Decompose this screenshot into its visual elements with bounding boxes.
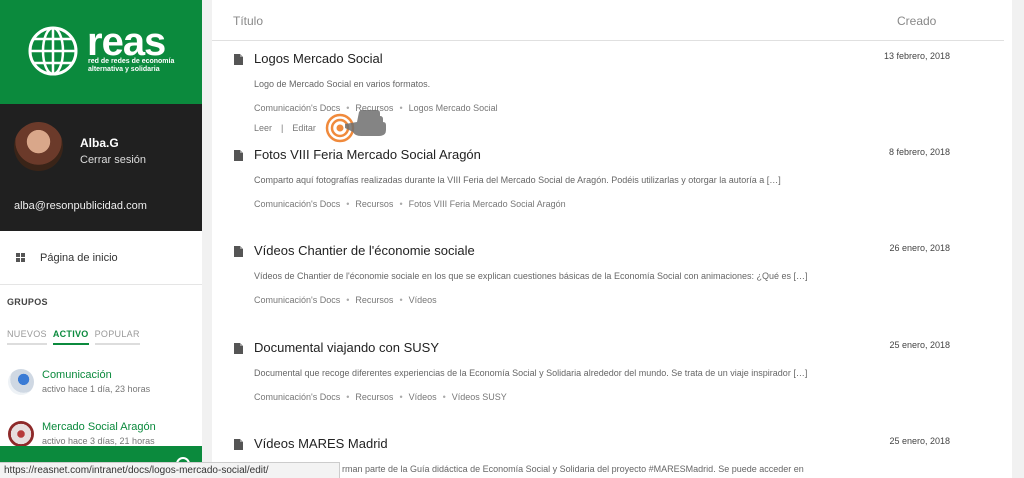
doc-date: 25 enero, 2018 <box>889 436 950 446</box>
group-comunicacion-icon <box>8 369 34 395</box>
doc-actions: Leer | Editar <box>254 123 316 133</box>
doc-title[interactable]: Vídeos MARES Madrid <box>254 436 388 451</box>
sidebar: reas red de redes de economía alternativ… <box>0 0 202 478</box>
group-name[interactable]: Mercado Social Aragón <box>42 421 156 433</box>
doc-category-link[interactable]: Recursos <box>355 295 393 305</box>
brand-wordmark: reas <box>87 20 166 64</box>
group-item[interactable]: Comunicación activo hace 1 día, 23 horas <box>8 369 198 399</box>
doc-description: Comparto aquí fotografías realizadas dur… <box>254 175 781 185</box>
tab-popular[interactable]: POPULAR <box>94 329 140 345</box>
doc-category-link[interactable]: Recursos <box>355 199 393 209</box>
status-bar-url: https://reasnet.com/intranet/docs/logos-… <box>0 462 340 478</box>
brand-tagline: red de redes de economía alternativa y s… <box>88 58 174 74</box>
brand-header[interactable]: reas red de redes de economía alternativ… <box>0 0 202 104</box>
nav-home[interactable]: Página de inicio <box>0 231 202 285</box>
doc-title[interactable]: Logos Mercado Social <box>254 51 383 66</box>
document-icon <box>234 439 243 450</box>
doc-row: Vídeos Chantier de l'économie sociale 26… <box>212 243 1004 313</box>
doc-category-link[interactable]: Comunicación's Docs <box>254 103 340 113</box>
column-header-title[interactable]: Título <box>233 14 263 28</box>
doc-category-link[interactable]: Fotos VIII Feria Mercado Social Aragón <box>409 199 566 209</box>
document-icon <box>234 150 243 161</box>
doc-category-link[interactable]: Comunicación's Docs <box>254 199 340 209</box>
user-name[interactable]: Alba.G <box>80 136 119 150</box>
doc-description: Logo de Mercado Social en varios formato… <box>254 79 431 89</box>
read-link[interactable]: Leer <box>254 123 272 133</box>
document-icon <box>234 54 243 65</box>
doc-categories: Comunicación's Docs • Recursos • Fotos VIII … <box>254 199 566 209</box>
doc-category-link[interactable]: Logos Mercado Social <box>409 103 498 113</box>
tab-nuevos[interactable]: NUEVOS <box>7 329 47 345</box>
doc-date: 8 febrero, 2018 <box>888 147 950 157</box>
doc-category-link[interactable]: Comunicación's Docs <box>254 392 340 402</box>
group-mercado-icon <box>8 421 34 447</box>
user-panel: Alba.G Cerrar sesión alba@resonpublicida… <box>0 104 202 231</box>
table-header: Título Creado <box>212 0 1004 41</box>
doc-title[interactable]: Documental viajando con SUSY <box>254 340 439 355</box>
edit-link[interactable]: Editar <box>292 123 316 133</box>
groups-tabs: NUEVOS ACTIVO POPULAR <box>7 329 140 345</box>
doc-date: 26 enero, 2018 <box>889 243 950 253</box>
user-email: alba@resonpublicidad.com <box>14 200 147 212</box>
brand-tagline-line2: alternativa y solidaria <box>88 66 160 73</box>
doc-category-link[interactable]: Comunicación's Docs <box>254 295 340 305</box>
doc-categories: Comunicación's Docs • Recursos • Vídeos <box>254 295 437 305</box>
group-meta: activo hace 1 día, 23 horas <box>42 384 151 394</box>
doc-categories: Comunicación's Docs • Recursos • Vídeos • Víde… <box>254 392 507 402</box>
doc-category-link[interactable]: Vídeos <box>409 392 437 402</box>
nav-home-label: Página de inicio <box>40 252 118 264</box>
doc-date: 25 enero, 2018 <box>889 340 950 350</box>
doc-title[interactable]: Vídeos Chantier de l'économie sociale <box>254 243 475 258</box>
grid-icon <box>16 253 25 262</box>
doc-category-link[interactable]: Vídeos SUSY <box>452 392 507 402</box>
group-name[interactable]: Comunicación <box>42 369 112 381</box>
tab-activo[interactable]: ACTIVO <box>52 329 89 345</box>
brand-tagline-line1: red de redes de economía <box>88 58 175 65</box>
doc-description: Vídeos de Chantier de l'économie sociale… <box>254 271 808 281</box>
doc-row: Documental viajando con SUSY 25 enero, 2… <box>212 340 1004 410</box>
column-header-created[interactable]: Creado <box>897 14 936 28</box>
document-icon <box>234 246 243 257</box>
docs-panel: Título Creado Logos Mercado Social 13 fe… <box>212 0 1012 478</box>
group-meta: activo hace 3 días, 21 horas <box>42 436 155 446</box>
doc-category-link[interactable]: Vídeos <box>409 295 437 305</box>
logout-link[interactable]: Cerrar sesión <box>80 154 146 166</box>
doc-date: 13 febrero, 2018 <box>883 51 950 61</box>
hand-pointer-icon <box>345 109 386 136</box>
document-icon <box>234 343 243 354</box>
scrollbar[interactable] <box>1012 0 1024 478</box>
avatar[interactable] <box>14 122 63 171</box>
doc-row: Fotos VIII Feria Mercado Social Aragón 8… <box>212 147 1004 217</box>
doc-description: rman parte de la Guía didáctica de Econo… <box>342 464 804 474</box>
doc-description: Documental que recoge diferentes experie… <box>254 368 808 378</box>
globe-logo-icon <box>28 26 78 76</box>
doc-title[interactable]: Fotos VIII Feria Mercado Social Aragón <box>254 147 481 162</box>
groups-title: GRUPOS <box>7 297 48 307</box>
doc-category-link[interactable]: Recursos <box>355 392 393 402</box>
